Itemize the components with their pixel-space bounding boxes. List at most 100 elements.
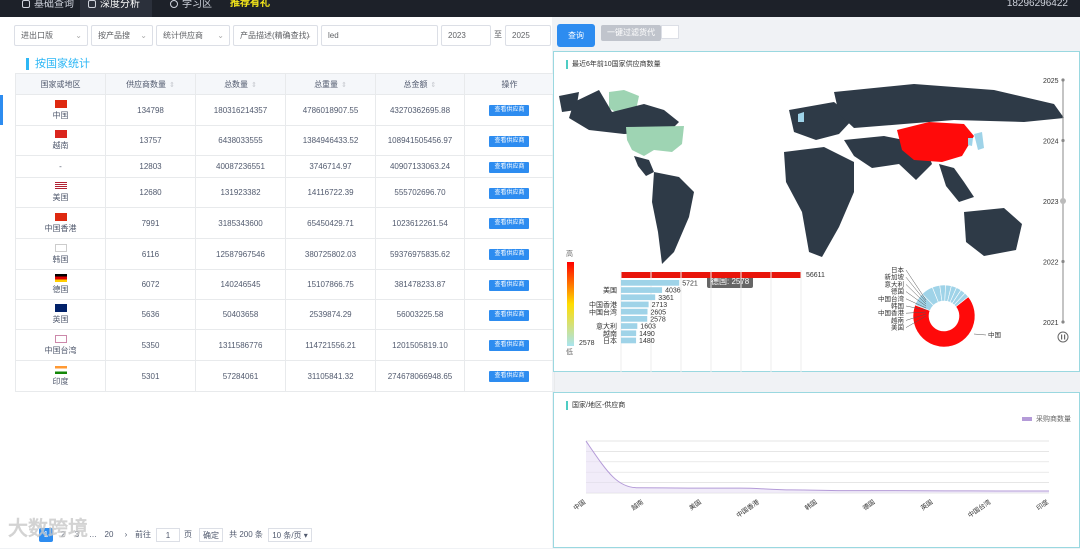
cell-action: 查看供应商	[463, 155, 556, 178]
view-suppliers-button[interactable]: 查看供应商	[489, 105, 530, 116]
bar[interactable]	[621, 330, 637, 337]
line-x-tick: 韩国	[803, 497, 819, 512]
col-weight[interactable]: 总重量 ⇕	[285, 73, 376, 95]
nav-deep-analysis[interactable]: 深度分析	[80, 0, 152, 17]
cell-qty: 3185343600	[195, 207, 286, 239]
line-area	[586, 441, 1049, 493]
timeline-year[interactable]: 2024	[1043, 139, 1059, 146]
page-size-select[interactable]: 10 条/页 ▾	[268, 528, 312, 542]
bar-category-label: 美国	[603, 286, 617, 295]
bar[interactable]	[621, 287, 663, 293]
year-to-input[interactable]: 2025	[505, 25, 551, 46]
line-series[interactable]	[585, 440, 1050, 492]
keyword-input[interactable]: led	[321, 25, 438, 46]
nav-referral[interactable]: 推荐有礼	[222, 0, 278, 17]
timeline-year[interactable]: 2022	[1043, 260, 1059, 267]
timeline-dot[interactable]	[1061, 138, 1065, 143]
line-x-tick: 中国香港	[734, 497, 761, 520]
bar[interactable]	[621, 337, 637, 344]
bar[interactable]	[621, 301, 649, 308]
goto-confirm-button[interactable]: 确定	[199, 528, 223, 542]
nav-learning[interactable]: 学习区	[162, 0, 220, 17]
cell-country: 印度	[15, 360, 106, 392]
visual-map-gradient[interactable]	[567, 262, 574, 346]
view-suppliers-button[interactable]: 查看供应商	[489, 187, 530, 199]
view-suppliers-button[interactable]: 查看供应商	[489, 218, 530, 229]
top-nav-bar: 基础查询 深度分析 学习区 推荐有礼 18296296422	[0, 0, 1080, 17]
search-icon	[170, 0, 178, 8]
bar-value-label: 2713	[652, 302, 668, 309]
col-qty[interactable]: 总数量 ⇕	[195, 73, 286, 95]
view-suppliers-button[interactable]: 查看供应商	[489, 340, 530, 351]
sort-icon[interactable]: ⇕	[169, 82, 175, 89]
bar[interactable]	[621, 308, 648, 315]
view-suppliers-button[interactable]: 查看供应商	[489, 135, 530, 147]
view-suppliers-button[interactable]: 查看供应商	[489, 249, 530, 260]
table-row: 中国台湾 5350 1311586776 114721556.21 1201505819…	[15, 329, 556, 361]
cell-action: 查看供应商	[463, 360, 556, 392]
view-suppliers-button[interactable]: 查看供应商	[489, 161, 530, 173]
timeline-year[interactable]: 2025	[1043, 78, 1059, 85]
cell-weight: 380725802.03	[285, 238, 376, 270]
cell-amount: 108941505456.97	[375, 125, 465, 156]
goto-label: 前往	[135, 530, 151, 539]
usa	[626, 126, 684, 156]
trade-type-select[interactable]: 进出口版 ⌄	[14, 25, 88, 46]
flag-icon	[54, 130, 67, 138]
cell-weight: 114721556.21	[285, 329, 376, 361]
africa	[784, 147, 854, 257]
bar[interactable]	[621, 323, 638, 329]
user-phone[interactable]: 18296296422	[1007, 0, 1068, 9]
page-last[interactable]: 20	[101, 528, 117, 542]
bar[interactable]	[621, 316, 648, 322]
world-map[interactable]	[559, 84, 1064, 264]
timeline-dot[interactable]	[1061, 78, 1065, 82]
nav-basic-query[interactable]: 基础查询	[14, 0, 82, 17]
sort-icon[interactable]: ⇕	[341, 82, 347, 89]
page-next[interactable]: ›	[121, 528, 131, 542]
sort-icon[interactable]: ⇕	[251, 82, 257, 89]
view-suppliers-button[interactable]: 查看供应商	[489, 309, 530, 321]
timeline-year[interactable]: 2021	[1043, 320, 1059, 327]
bar-value-label: 2578	[650, 317, 666, 324]
table-row: 英国 5636 50403658 2539874.29 56003225.58 查看供应商	[15, 299, 556, 330]
cell-action: 查看供应商	[463, 329, 556, 361]
desc-mode-select[interactable]: 产品描述(精确查找) ⌄	[233, 25, 318, 46]
query-button[interactable]: 查询	[557, 24, 595, 47]
bar-value-label: 3361	[658, 295, 674, 302]
filter-toggle[interactable]	[661, 25, 679, 39]
product-dim-select[interactable]: 按产品搜 ⌄	[91, 25, 153, 46]
view-suppliers-button[interactable]: 查看供应商	[489, 371, 530, 382]
cell-weight: 3746714.97	[285, 155, 376, 178]
cell-amount: 555702696.70	[375, 177, 465, 208]
pause-icon[interactable]	[1057, 331, 1069, 343]
cell-country: 中国	[15, 94, 106, 126]
timeline-year[interactable]: 2023	[1043, 199, 1059, 206]
timeline-dot[interactable]	[1061, 259, 1065, 264]
col-amount[interactable]: 总金额 ⇕	[375, 73, 465, 95]
cell-qty: 40087236551	[195, 155, 286, 178]
bar-category-label: 越南	[603, 329, 617, 338]
view-suppliers-button[interactable]: 查看供应商	[489, 279, 530, 291]
stat-by-select[interactable]: 统计供应商 ⌄	[156, 25, 230, 46]
table-row: 美国 12680 131923382 14116722.39 555702696.70 查…	[15, 177, 556, 208]
timeline-dot[interactable]	[1061, 320, 1065, 324]
bar-value-label: 1480	[639, 338, 655, 345]
donut-chart: 日本新加坡意大利德国中国台湾韩国中国香港越南美国中国	[878, 265, 1001, 348]
bar-value-label: 5721	[682, 281, 698, 288]
timeline-current-handle[interactable]	[1060, 198, 1066, 204]
donut-label: 新加坡	[885, 272, 905, 281]
bar[interactable]	[621, 280, 680, 286]
col-suppliers[interactable]: 供应商数量 ⇕	[105, 73, 196, 95]
goto-input[interactable]: 1	[156, 528, 180, 542]
page-unit: 页	[184, 530, 192, 539]
south-america	[652, 172, 694, 264]
line-legend-swatch[interactable]	[1022, 417, 1032, 421]
line-x-tick: 德国	[861, 497, 877, 512]
filter-forwarder-button[interactable]: 一键过滤货代	[601, 25, 661, 41]
bar[interactable]	[621, 294, 656, 301]
sort-icon[interactable]: ⇕	[431, 82, 437, 89]
map-chart-box: 最近6年前10国家供应商数量 德国: 2578 高 2578 低 56611 5…	[553, 51, 1080, 372]
table-row: -12803 40087236551 3746714.97 40907133063.2…	[15, 155, 556, 178]
year-from-input[interactable]: 2023	[441, 25, 491, 46]
